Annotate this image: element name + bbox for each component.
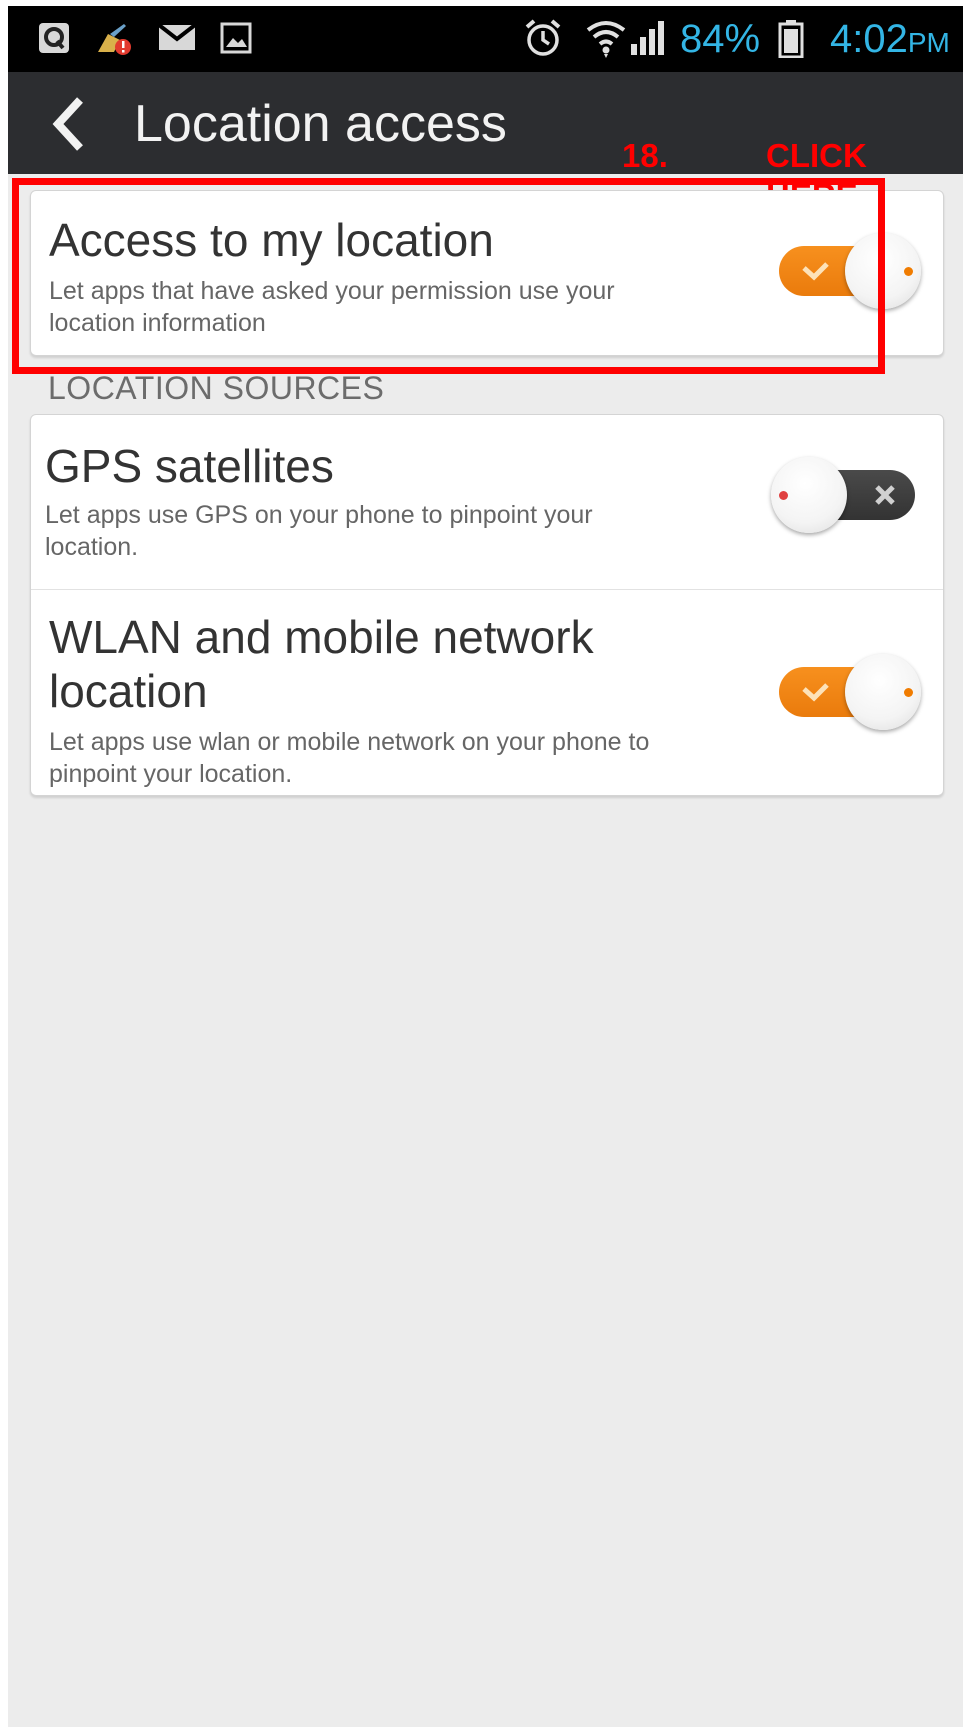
wlan-description-1: Let apps use wlan or mobile network on y… [49,728,650,756]
toggle-indicator-dot [904,688,913,697]
toggle-knob [845,654,921,730]
location-sources-card: GPS satellites Let apps use GPS on your … [30,414,944,796]
wlan-toggle[interactable] [773,652,923,732]
gps-description-1: Let apps use GPS on your phone to pinpoi… [45,501,593,529]
gps-title: GPS satellites [45,440,334,492]
wlan-description-2: pinpoint your location. [49,760,293,788]
status-bar: 84% 4:02PM [8,6,963,72]
gps-toggle[interactable] [771,455,921,535]
toggle-indicator-dot [779,491,788,500]
alarm-icon [525,19,561,56]
battery-percent: 84% [680,17,761,61]
cleaner-alert-icon [98,24,131,55]
toggle-knob [771,457,847,533]
page-title: Location access [134,95,507,153]
annotation-step-number: 18. [622,137,668,174]
wlan-title-2: location [49,665,208,717]
wlan-title-1: WLAN and mobile network [49,611,594,663]
back-arrow-icon[interactable] [48,96,88,152]
wlan-row[interactable]: WLAN and mobile network location Let app… [31,590,943,794]
x-icon [875,485,895,505]
signal-icon [631,21,664,55]
gps-description-2: location. [45,533,139,561]
clock: 4:02PM [830,14,950,68]
battery-icon [778,20,804,58]
wifi-icon [586,21,626,58]
check-icon [802,683,829,702]
mail-icon [158,23,196,50]
clock-ampm: PM [907,27,950,58]
clock-time: 4:02 [830,17,908,61]
section-header-location-sources: LOCATION SOURCES [48,370,385,406]
phone-screen: 84% 4:02PM Location access 18. CLICK HER… [8,6,963,1727]
annotation-highlight-box [12,178,885,374]
q-app-icon [39,23,69,53]
gps-row[interactable]: GPS satellites Let apps use GPS on your … [31,415,943,589]
toggle-indicator-dot [904,267,913,276]
image-icon [220,22,252,54]
